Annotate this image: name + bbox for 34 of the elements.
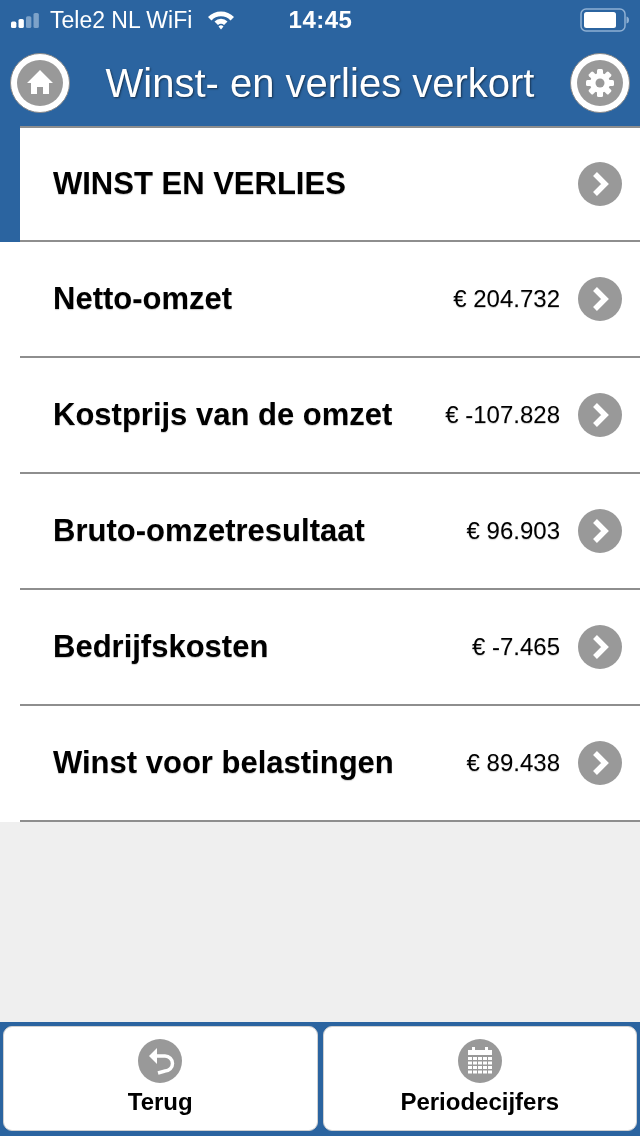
- carrier-name: Tele2 NL WiFi: [50, 7, 193, 33]
- battery-icon: [580, 8, 630, 32]
- item-label: Bruto-omzetresultaat: [53, 513, 366, 549]
- screen-title: Winst- en verlies verkort: [104, 60, 536, 106]
- section-header-label: WINST EN VERLIES: [53, 166, 347, 202]
- list-item[interactable]: Kostprijs van de omzet € -107.828: [0, 358, 640, 474]
- item-amount: € 89.438: [466, 749, 560, 777]
- back-button[interactable]: Terug: [3, 1026, 318, 1131]
- item-amount: € -107.828: [445, 401, 560, 429]
- signal-icon: [11, 12, 41, 28]
- status-time: 14:45: [288, 6, 353, 34]
- chevron-right-icon: [578, 162, 622, 206]
- period-figures-button[interactable]: Periodecijfers: [322, 1026, 637, 1131]
- list-item[interactable]: Bedrijfskosten € -7.465: [0, 590, 640, 706]
- calendar-icon: [457, 1039, 502, 1083]
- section-header-row[interactable]: WINST EN VERLIES: [20, 126, 640, 242]
- list-item[interactable]: Winst voor belastingen € 89.438: [0, 706, 640, 822]
- chevron-right-icon: [578, 741, 622, 785]
- list-item[interactable]: Netto-omzet € 204.732: [0, 242, 640, 358]
- chevron-right-icon: [578, 625, 622, 669]
- item-amount: € 204.732: [453, 285, 560, 313]
- chevron-right-icon: [578, 509, 622, 553]
- wifi-icon: [207, 10, 236, 30]
- chevron-right-icon: [578, 393, 622, 437]
- item-label: Netto-omzet: [53, 281, 234, 317]
- settings-icon: [577, 60, 623, 106]
- item-amount: € -7.465: [471, 633, 560, 661]
- item-amount: € 96.903: [466, 517, 560, 545]
- item-label: Winst voor belastingen: [53, 745, 395, 781]
- chevron-right-icon: [578, 277, 622, 321]
- list-item[interactable]: Bruto-omzetresultaat € 96.903: [0, 474, 640, 590]
- item-label: Bedrijfskosten: [53, 629, 270, 665]
- item-label: Kostprijs van de omzet: [53, 397, 394, 433]
- home-icon: [17, 60, 63, 106]
